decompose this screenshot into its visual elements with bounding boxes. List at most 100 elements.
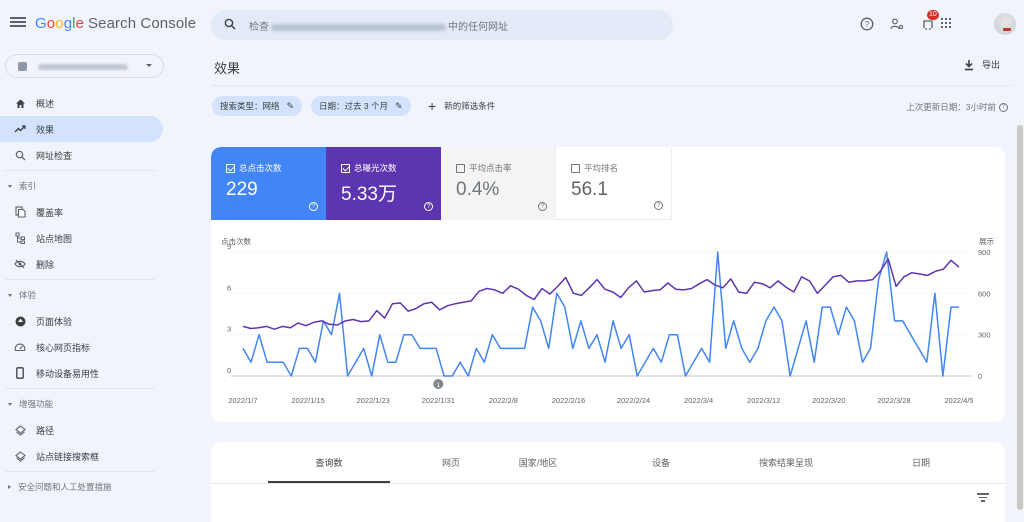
last-update-info: 上次更新日期：3小时前 ? [906,101,1008,113]
account-avatar[interactable] [994,13,1016,35]
sidebar-item-mobile-usability[interactable]: 移动设备易用性 [0,360,170,386]
main-menu-button[interactable] [10,15,26,31]
layers-icon [13,449,27,463]
edit-pencil-icon: ✎ [394,100,403,111]
dimension-tabs-card: 查询数 网页 国家/地区 设备 搜索结果呈现 日期 [211,442,1005,522]
section-title: 体验 [19,290,37,300]
sidebar-item-sitemaps[interactable]: 站点地图 [0,225,170,251]
tab-countries[interactable]: 国家/地区 [477,442,599,483]
redacted-url [271,23,446,31]
sidebar-item-label: 页面体验 [36,316,73,327]
sidebar-divider [5,279,155,280]
sidebar-item-sitelinks-searchbox[interactable]: 站点链接搜索框 [0,443,170,469]
tab-label: 查询数 [315,458,343,468]
logo-product-name: Search Console [88,15,197,32]
sidebar-item-core-web-vitals[interactable]: 核心网页指标 [0,334,170,360]
plus-icon: + [428,98,437,114]
x-tick-label: 2022/2/16 [552,396,585,405]
tab-queries[interactable]: 查询数 [268,442,390,483]
logo-letter: o [55,15,64,32]
property-url-redacted [38,64,128,70]
tab-label: 网页 [441,458,460,468]
sidebar-item-removals[interactable]: 删除 [0,251,170,277]
app-logo[interactable]: Google Search Console [35,15,196,32]
sidebar-nav: 概述 效果 网址检查 索引 覆盖率 站点地图 删除 体验 页面体验 核心网页指标… [0,90,170,500]
notifications-button[interactable]: 10 [918,10,939,34]
sidebar-section-experience[interactable]: 体验 [0,282,170,308]
sidebar-item-label: 站点地图 [36,233,73,244]
y-tick-label-left: 9 [227,242,231,251]
x-tick-label: 2022/1/23 [356,396,389,405]
performance-chart[interactable]: 点击次数 展示 0 0 3 300 6 600 9 900 2022/1/7 2022/1/15… [211,147,1005,422]
tab-search-appearance[interactable]: 搜索结果呈现 [725,442,847,483]
export-label: 导出 [982,60,1001,70]
sidebar-item-label: 移动设备易用性 [36,368,100,379]
trending-up-icon [13,122,27,136]
export-button[interactable]: 导出 [964,58,1000,71]
sidebar-item-label: 核心网页指标 [36,342,91,353]
sidebar-item-label: 概述 [36,98,55,109]
tab-label: 设备 [651,458,670,468]
page-scrollbar[interactable] [1016,125,1024,510]
sidebar-item-url-inspection[interactable]: 网址检查 [0,142,170,168]
sidebar-item-performance[interactable]: 效果 [0,116,163,142]
caret-down-icon [8,293,12,297]
x-tick-label: 2022/1/31 [422,396,455,405]
logo-letter: g [63,15,73,32]
manage-users-icon [890,18,904,30]
visibility-off-icon [13,257,27,271]
tab-label: 国家/地区 [518,458,558,468]
tab-label: 日期 [911,458,930,468]
notifications-badge: 10 [927,10,939,20]
apps-grid-wrapper [964,14,984,34]
y-tick-label-right: 600 [978,289,991,298]
sidebar-divider [5,471,155,472]
sidebar-divider [5,170,155,171]
sidebar-item-label: 效果 [36,124,55,135]
sidebar-section-security[interactable]: 安全问题和人工处置措施 [0,474,170,500]
performance-card: 总点击次数 229 ? 总曝光次数 5.33万 ? 平均点击率 0.4% ? 平… [211,147,1005,422]
sidebar-item-overview[interactable]: 概述 [0,90,170,116]
apps-grid-icon[interactable] [941,18,951,28]
filter-chip-search-type[interactable]: 搜索类型：网络 ✎ [212,96,303,116]
speed-gauge-icon [13,340,27,354]
filter-chip-date[interactable]: 日期：过去 3 个月 ✎ [311,96,411,116]
series-line-impressions[interactable] [242,258,960,330]
add-filter-button[interactable]: + 新的筛选条件 [428,98,496,114]
scrollbar-thumb[interactable] [1017,125,1023,510]
logo-letter: o [46,15,56,32]
y-tick-label-right: 0 [978,372,982,381]
help-button[interactable]: ? [857,14,877,34]
property-selector[interactable] [5,54,164,78]
sidebar-section-index[interactable]: 索引 [0,173,170,199]
url-inspection-search[interactable]: 检查 中的任何网址 [211,10,673,40]
y-tick-label-left: 6 [227,283,231,292]
sidebar-section-enhancements[interactable]: 增强功能 [0,391,170,417]
x-tick-label: 2022/3/28 [877,396,910,405]
filter-list-icon[interactable] [977,493,989,503]
logo-letter: e [75,15,85,32]
sidebar-item-page-experience[interactable]: 页面体验 [0,308,170,334]
home-icon [13,96,27,110]
tab-label: 搜索结果呈现 [758,458,813,468]
section-title: 索引 [19,181,37,191]
page-title: 效果 [214,61,241,76]
tab-dates[interactable]: 日期 [860,442,982,483]
filter-chip-label: 日期：过去 3 个月 [319,101,388,111]
series-line-clicks[interactable] [242,251,959,377]
layers-icon [13,423,27,437]
sidebar-item-breadcrumbs[interactable]: 路径 [0,417,170,443]
chevron-down-icon [146,64,152,67]
svg-text:?: ? [865,20,870,29]
y-tick-label-left: 0 [227,366,231,375]
help-circle-icon[interactable]: ? [999,102,1008,112]
y-axis-label-left: 点击次数 [221,236,251,246]
search-placeholder: 检查 中的任何网址 [249,18,508,33]
sidebar-item-label: 路径 [36,425,55,436]
sidebar-item-coverage[interactable]: 覆盖率 [0,199,170,225]
caret-down-icon [8,402,12,406]
tab-devices[interactable]: 设备 [600,442,722,483]
manage-users-button[interactable] [887,14,907,34]
copy-pages-icon [13,205,27,219]
add-filter-label: 新的筛选条件 [444,101,496,111]
